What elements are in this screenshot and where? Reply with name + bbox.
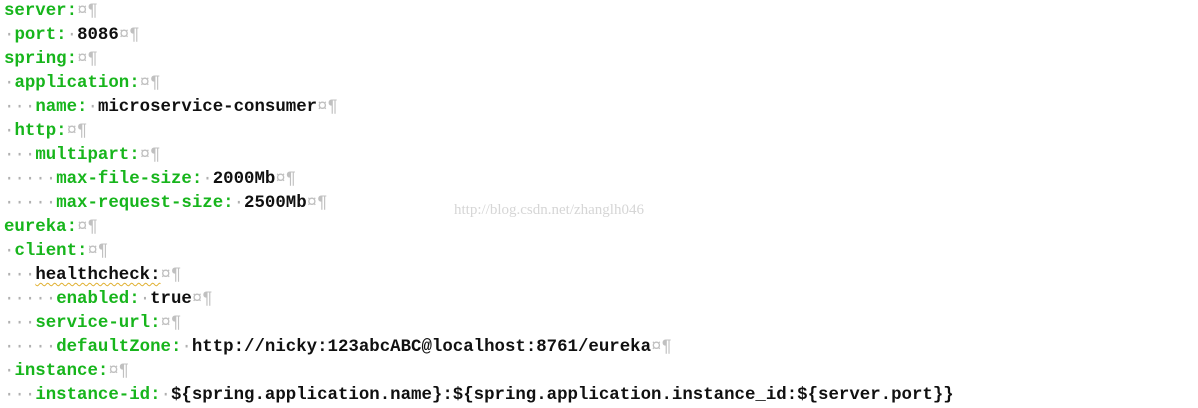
yaml-key: max-request-size:: [56, 194, 234, 213]
code-line-application: ·application:¤¶: [4, 72, 1198, 96]
indent-marker: ·····: [4, 170, 57, 189]
space-marker: ·: [160, 386, 171, 405]
code-line-healthcheck: ···healthcheck:¤¶: [4, 264, 1198, 288]
indent-marker: ···: [4, 386, 36, 405]
line-end-marker: ¤¶: [160, 314, 182, 333]
space-marker: ·: [87, 98, 98, 117]
yaml-value: ${spring.application.name}:${spring.appl…: [170, 386, 954, 405]
indent-marker: ·····: [4, 290, 57, 309]
indent-marker: ·: [4, 26, 15, 45]
indent-marker: ···: [4, 266, 36, 285]
yaml-key: instance:: [14, 362, 109, 381]
yaml-value: 2000Mb: [212, 170, 276, 189]
yaml-key: application:: [14, 74, 140, 93]
yaml-key: eureka:: [4, 218, 78, 237]
space-marker: ·: [202, 170, 213, 189]
yaml-key: port:: [14, 26, 67, 45]
indent-marker: ···: [4, 146, 36, 165]
indent-marker: ·: [4, 362, 15, 381]
code-line-defaultzone: ·····defaultZone:·http://nicky:123abcABC…: [4, 336, 1198, 360]
line-end-marker: ¤¶: [77, 50, 98, 69]
line-end-marker: ¤¶: [275, 170, 297, 189]
indent-marker: ·····: [4, 338, 57, 357]
yaml-value: true: [150, 290, 192, 309]
line-end-marker: ¤¶: [139, 74, 161, 93]
line-end-marker: ¤¶: [160, 266, 182, 285]
yaml-value: http://nicky:123abcABC@localhost:8761/eu…: [191, 338, 652, 357]
code-line-port: ·port:·8086¤¶: [4, 24, 1198, 48]
code-line-client: ·client:¤¶: [4, 240, 1198, 264]
line-end-marker: ¤¶: [651, 338, 672, 357]
indent-marker: ···: [4, 314, 36, 333]
code-line-eureka: eureka:¤¶: [4, 216, 1198, 240]
line-end-marker: ¤¶: [306, 194, 328, 213]
yaml-key-flagged: healthcheck:: [35, 266, 161, 285]
yaml-key: name:: [35, 98, 88, 117]
yaml-key: http:: [14, 122, 67, 141]
code-line-spring: spring:¤¶: [4, 48, 1198, 72]
yaml-value: 2500Mb: [244, 194, 307, 213]
yaml-key: defaultZone:: [56, 338, 182, 357]
code-line-server: server:¤¶: [4, 0, 1198, 24]
line-end-marker: ¤¶: [87, 242, 109, 261]
yaml-key: multipart:: [35, 146, 140, 165]
indent-marker: ·····: [4, 194, 57, 213]
line-end-marker: ¤¶: [108, 362, 130, 381]
code-line-max-file-size: ·····max-file-size:·2000Mb¤¶: [4, 168, 1198, 192]
line-end-marker: ¤¶: [77, 2, 98, 21]
yaml-key: server:: [4, 2, 78, 21]
indent-marker: ·: [4, 122, 15, 141]
indent-marker: ·: [4, 242, 15, 261]
line-end-marker: ¤¶: [139, 146, 161, 165]
yaml-value: microservice-consumer: [97, 98, 318, 117]
line-end-marker: ¤¶: [317, 98, 338, 117]
code-line-http: ·http:¤¶: [4, 120, 1198, 144]
yaml-key: max-file-size:: [56, 170, 203, 189]
space-marker: ·: [66, 26, 78, 45]
yaml-key: instance-id:: [35, 386, 161, 405]
code-line-name: ···name:·microservice-consumer¤¶: [4, 96, 1198, 120]
line-end-marker: ¤¶: [118, 26, 140, 45]
code-line-instance: ·instance:¤¶: [4, 360, 1198, 384]
yaml-value: 8086: [77, 26, 119, 45]
yaml-key: client:: [14, 242, 88, 261]
space-marker: ·: [139, 290, 151, 309]
indent-marker: ·: [4, 74, 15, 93]
indent-marker: ···: [4, 98, 36, 117]
watermark: http://blog.csdn.net/zhanglh046: [454, 202, 644, 218]
yaml-key: service-url:: [35, 314, 161, 333]
line-end-marker: ¤¶: [77, 218, 98, 237]
space-marker: ·: [233, 194, 245, 213]
space-marker: ·: [181, 338, 192, 357]
code-line-multipart: ···multipart:¤¶: [4, 144, 1198, 168]
code-line-enabled: ·····enabled:·true¤¶: [4, 288, 1198, 312]
code-line-instance-id: ···instance-id:·${spring.application.nam…: [4, 384, 1198, 408]
line-end-marker: ¤¶: [66, 122, 88, 141]
line-end-marker: ¤¶: [191, 290, 213, 309]
code-line-service-url: ···service-url:¤¶: [4, 312, 1198, 336]
yaml-key: spring:: [4, 50, 78, 69]
yaml-key: enabled:: [56, 290, 140, 309]
